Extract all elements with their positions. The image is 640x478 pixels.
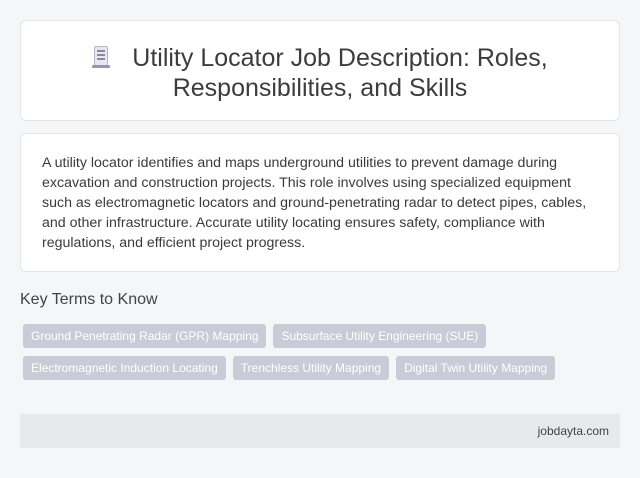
tag-row: Electromagnetic Induction Locating Trenc… — [23, 356, 613, 380]
tag-gpr-mapping[interactable]: Ground Penetrating Radar (GPR) Mapping — [23, 324, 267, 348]
key-terms-tags: Ground Penetrating Radar (GPR) Mapping S… — [23, 324, 613, 388]
description-text: A utility locator identifies and maps un… — [42, 155, 587, 251]
title-card: Utility Locator Job Description: Roles, … — [20, 20, 620, 121]
tag-digital-twin-mapping[interactable]: Digital Twin Utility Mapping — [396, 356, 556, 380]
tag-electromagnetic-locating[interactable]: Electromagnetic Induction Locating — [23, 356, 226, 380]
description-card: A utility locator identifies and maps un… — [20, 133, 620, 272]
footer-site-link[interactable]: jobdayta.com — [538, 424, 609, 438]
tag-sue[interactable]: Subsurface Utility Engineering (SUE) — [273, 324, 487, 348]
tag-trenchless-mapping[interactable]: Trenchless Utility Mapping — [232, 356, 390, 380]
title-line-2: Responsibilities, and Skills — [172, 74, 468, 102]
tag-row: Ground Penetrating Radar (GPR) Mapping S… — [23, 324, 613, 348]
key-terms-heading: Key Terms to Know — [20, 291, 158, 308]
document-icon — [92, 46, 111, 68]
page-title: Utility Locator Job Description: Roles, … — [21, 43, 619, 103]
title-line-1: Utility Locator Job Description: Roles, — [132, 44, 548, 72]
footer: jobdayta.com — [20, 414, 620, 448]
